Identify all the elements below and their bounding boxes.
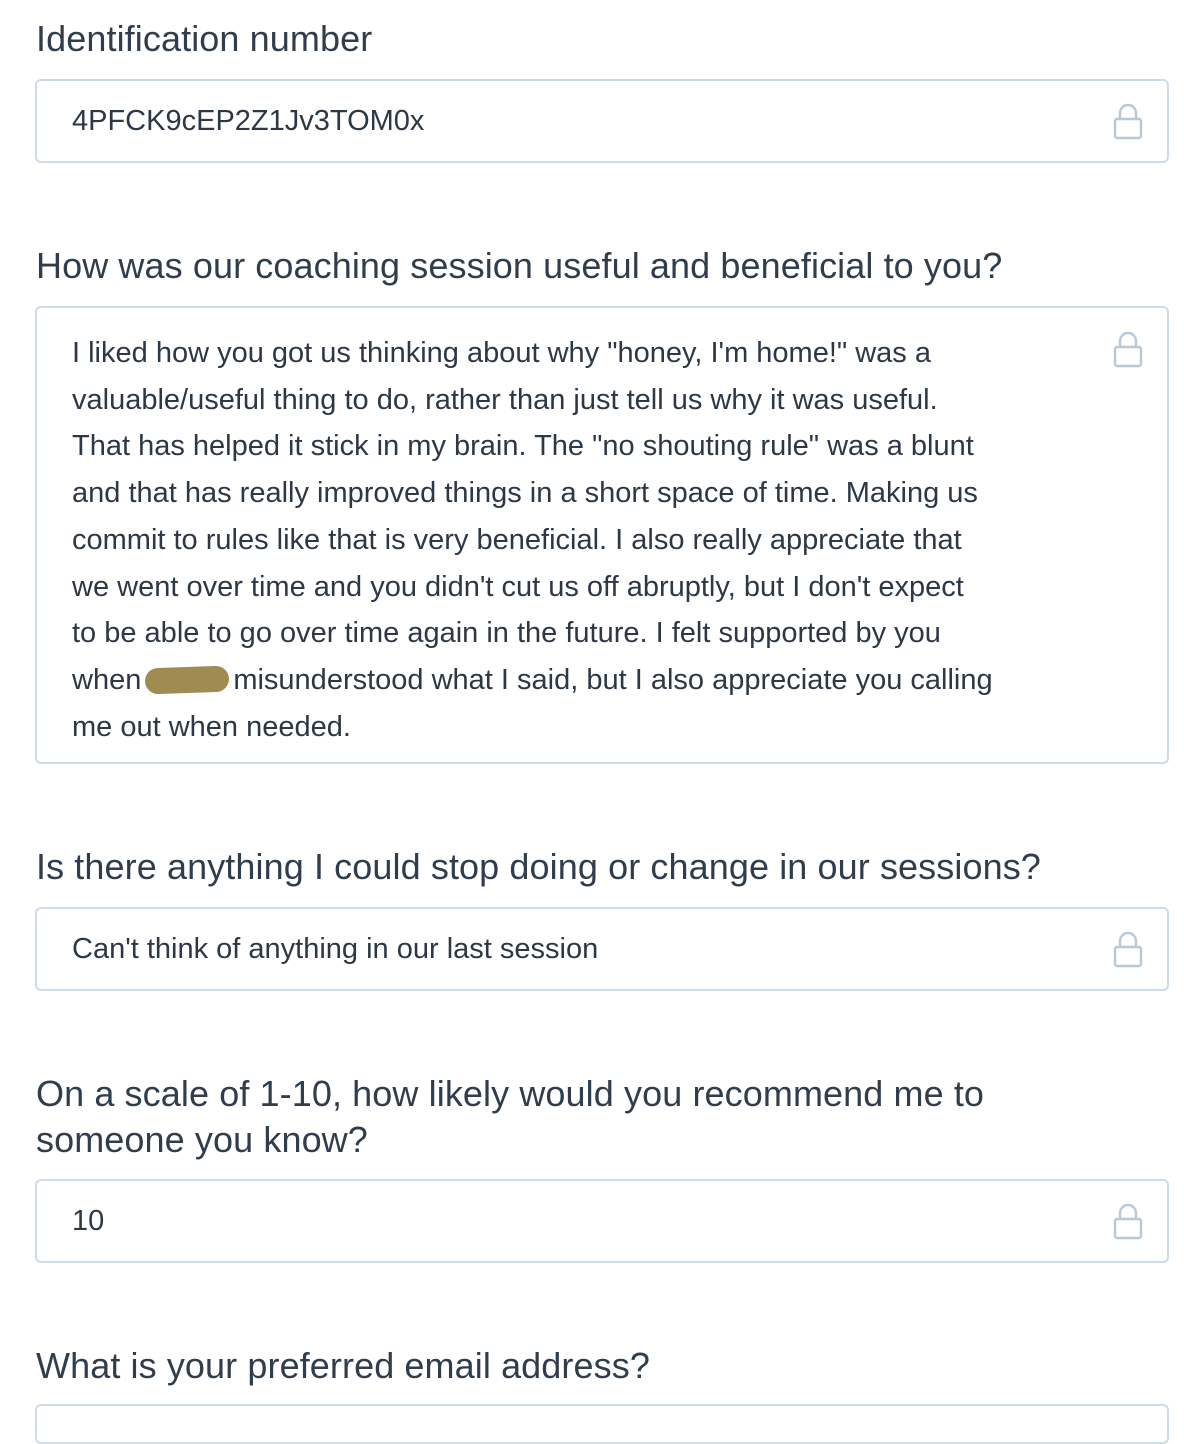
change-field[interactable]: Can't think of anything in our last sess… (35, 907, 1169, 991)
identification-label: Identification number (36, 18, 373, 59)
useful-line: me out when needed. (72, 710, 351, 743)
useful-line: commit to rules like that is very benefi… (72, 523, 962, 556)
lock-icon (1113, 931, 1143, 968)
useful-line: we went over time and you didn't cut us … (72, 570, 964, 603)
useful-line: I liked how you got us thinking about wh… (72, 337, 931, 369)
identification-field[interactable]: 4PFCK9cEP2Z1Jv3TOM0x (35, 79, 1169, 163)
change-label: Is there anything I could stop doing or … (36, 846, 1041, 887)
recommend-value: 10 (72, 1204, 105, 1237)
useful-textarea[interactable]: I liked how you got us thinking about wh… (35, 306, 1169, 764)
useful-label: How was our coaching session useful and … (36, 245, 1003, 286)
recommend-field[interactable]: 10 (35, 1179, 1169, 1263)
lock-icon (1113, 103, 1143, 140)
email-label: What is your preferred email address? (36, 1345, 650, 1386)
useful-line: valuable/useful thing to do, rather than… (72, 383, 938, 416)
recommend-label: On a scale of 1-10, how likely would you… (36, 1071, 984, 1163)
useful-line: to be able to go over time again in the … (72, 617, 941, 650)
email-field[interactable] (35, 1404, 1169, 1444)
useful-line-start: when (72, 663, 142, 696)
lock-icon (1113, 1203, 1143, 1240)
recommend-label-line: On a scale of 1-10, how likely would you… (36, 1073, 985, 1114)
redaction-mark (144, 665, 230, 695)
useful-line-redacted: when misunderstood what I said, but I als… (72, 657, 1077, 704)
identification-value: 4PFCK9cEP2Z1Jv3TOM0x (72, 104, 425, 137)
useful-line: That has helped it stick in my brain. Th… (72, 430, 974, 463)
useful-line-end: misunderstood what I said, but I also ap… (233, 663, 993, 696)
useful-line: and that has really improved things in a… (72, 477, 978, 510)
change-value: Can't think of anything in our last sess… (72, 932, 599, 965)
lock-icon (1113, 331, 1143, 368)
recommend-label-line: someone you know? (36, 1119, 368, 1160)
useful-value: I liked how you got us thinking about wh… (72, 330, 1077, 750)
